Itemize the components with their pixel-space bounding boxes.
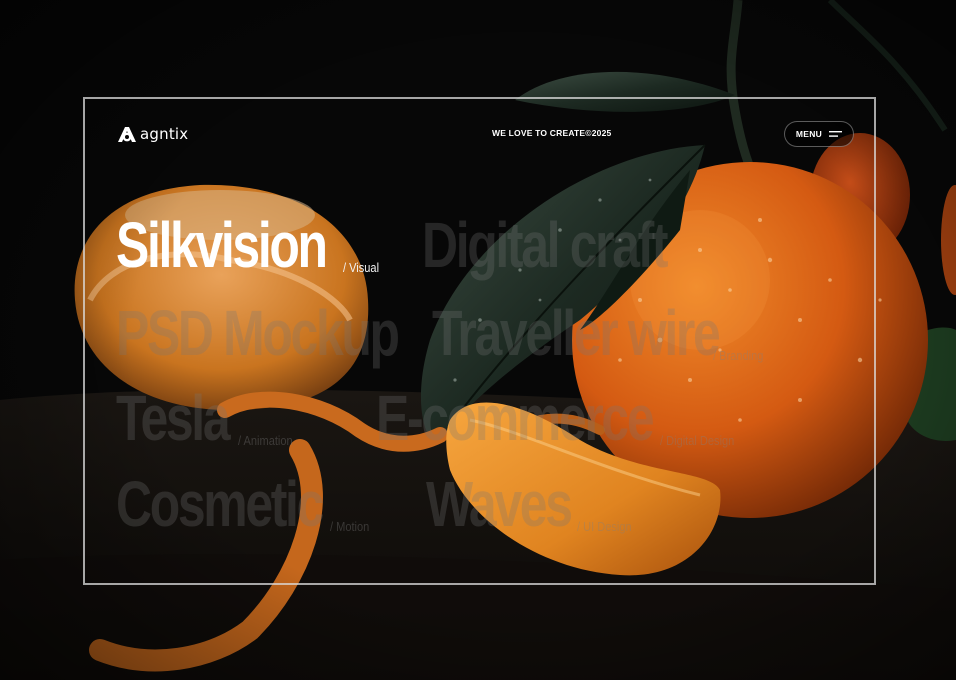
project-title: PSD Mockup bbox=[116, 297, 400, 369]
project-title: Cosmetic bbox=[116, 468, 324, 540]
project-link-waves[interactable]: Waves / UI Design bbox=[426, 472, 642, 536]
project-link-silkvision[interactable]: Silkvision / Visual bbox=[116, 213, 385, 277]
hamburger-icon bbox=[829, 131, 843, 137]
project-title: Tesla bbox=[116, 382, 231, 454]
menu-button[interactable]: MENU bbox=[784, 121, 854, 147]
project-title: E-commerce bbox=[376, 382, 655, 454]
project-category: / Animation bbox=[237, 433, 293, 448]
project-title: Digital craft bbox=[422, 209, 669, 281]
agntix-logo-icon bbox=[118, 127, 136, 142]
brand-logo[interactable]: agntix bbox=[117, 123, 188, 145]
project-category: / Motion bbox=[330, 519, 370, 534]
project-link-digital-craft[interactable]: Digital craft bbox=[422, 213, 735, 277]
project-link-e-commerce[interactable]: E-commerce / Digital Design bbox=[376, 386, 748, 450]
project-link-traveller-wire[interactable]: Traveller wire / Branding bbox=[432, 301, 772, 365]
project-category: / UI Design bbox=[577, 519, 633, 534]
project-title: Traveller wire bbox=[432, 297, 721, 369]
project-category: / Visual bbox=[342, 260, 379, 275]
project-category: / Digital Design bbox=[660, 433, 735, 448]
project-category: / Branding bbox=[713, 348, 764, 363]
brand-name: agntix bbox=[140, 125, 189, 143]
project-link-tesla[interactable]: Tesla / Animation bbox=[116, 386, 302, 450]
header-tagline: WE LOVE TO CREATE©2025 bbox=[492, 128, 612, 138]
project-link-cosmetic[interactable]: Cosmetic / Motion bbox=[116, 472, 376, 536]
menu-label: MENU bbox=[795, 129, 823, 139]
project-title: Silkvision bbox=[116, 209, 328, 281]
project-link-psd-mockup[interactable]: PSD Mockup bbox=[116, 301, 477, 365]
project-title: Waves bbox=[426, 468, 573, 540]
